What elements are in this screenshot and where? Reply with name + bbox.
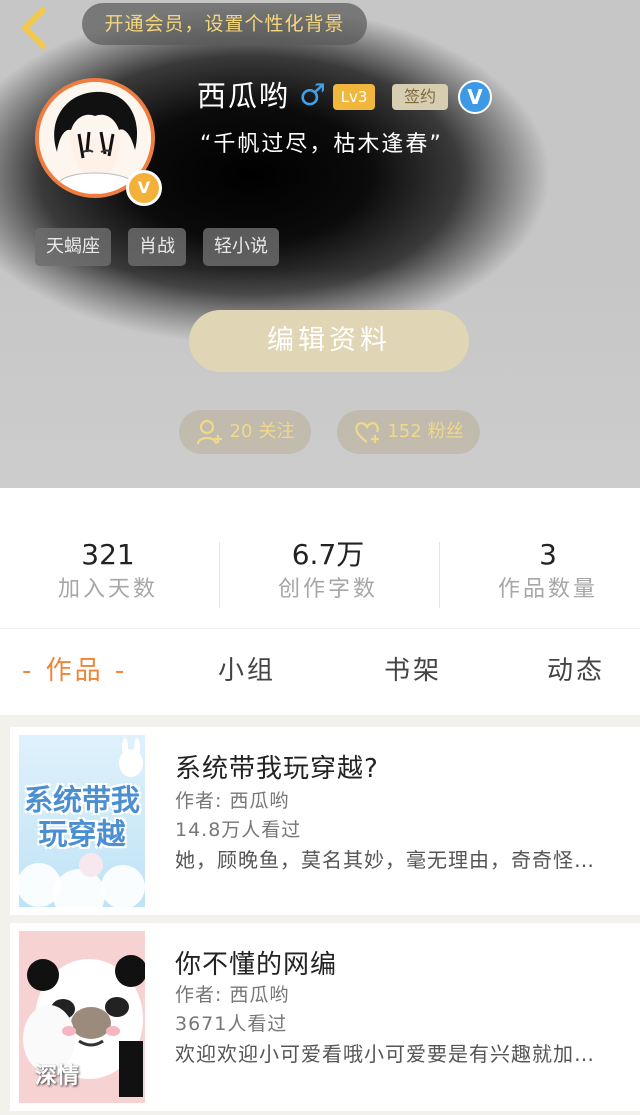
edit-profile-button[interactable]: 编辑资料 (189, 310, 469, 372)
work-card[interactable]: 深情 你不懂的网编 作者: 西瓜哟 3671人看过 欢迎欢迎小可爱看哦小可爱要是… (10, 923, 640, 1111)
stat-value: 3 (539, 538, 557, 571)
username: 西瓜哟 (197, 79, 291, 113)
stat-works-count: 3 作品数量 (448, 538, 640, 608)
fans-count: 152 (387, 421, 422, 442)
tab-bookshelf[interactable]: 书架 (384, 651, 442, 691)
work-views: 3671人看过 (175, 1013, 288, 1035)
add-user-icon (196, 419, 222, 445)
stat-label: 加入天数 (57, 577, 158, 602)
profile-header: 开通会员，设置个性化背景 V 西瓜哟 ♂ Lv3 签约 V “千帆过尽，枯木逢春… (0, 0, 640, 488)
work-description: 她，顾晚鱼，莫名其妙，毫无理由，奇奇怪… (175, 848, 595, 872)
tab-activity[interactable]: 动态 (547, 651, 605, 691)
male-gender-icon: ♂ (299, 78, 326, 113)
profile-tags: 天蝎座 肖战 轻小说 (35, 228, 279, 266)
work-author: 作者: 西瓜哟 (175, 790, 290, 812)
stat-word-count: 6.7万 创作字数 (228, 538, 428, 608)
following-count: 20 (229, 421, 253, 442)
book-cover-caption: 深情 (35, 1064, 80, 1089)
vip-background-banner[interactable]: 开通会员，设置个性化背景 (82, 3, 367, 45)
work-views: 14.8万人看过 (175, 819, 302, 841)
stats-divider (219, 542, 220, 608)
book-cover-image[interactable]: 深情 (19, 931, 145, 1103)
stat-label: 作品数量 (497, 577, 598, 602)
book-cover-title: 系统带我玩穿越 (23, 783, 140, 851)
book-cover-image[interactable]: 系统带我玩穿越 (19, 735, 145, 907)
user-signature: “千帆过尽，枯木逢春” (200, 132, 443, 157)
following-label: 关注 (258, 421, 295, 442)
tag-idol[interactable]: 肖战 (128, 228, 186, 266)
work-author: 作者: 西瓜哟 (175, 984, 290, 1006)
verified-icon[interactable]: V (458, 80, 492, 114)
fans-button[interactable]: 152 粉丝 (337, 410, 480, 454)
stat-value: 321 (81, 538, 135, 571)
work-title[interactable]: 你不懂的网编 (175, 947, 337, 983)
stats-panel: 321 加入天数 6.7万 创作字数 3 作品数量 (0, 488, 640, 628)
tag-genre[interactable]: 轻小说 (203, 228, 279, 266)
signed-author-badge[interactable]: 签约 (392, 84, 448, 110)
content-tabs: - 作品 - 小组 书架 动态 (0, 628, 640, 715)
tag-zodiac[interactable]: 天蝎座 (35, 228, 111, 266)
avatar-verified-badge: V (126, 170, 162, 206)
stat-joined-days: 321 加入天数 (8, 538, 208, 608)
stat-label: 创作字数 (277, 577, 378, 602)
work-description: 欢迎欢迎小可爱看哦小可爱要是有兴趣就加… (175, 1042, 595, 1066)
stat-value: 6.7万 (291, 538, 365, 571)
tab-works[interactable]: - 作品 - (22, 651, 127, 691)
tab-groups[interactable]: 小组 (218, 651, 276, 691)
stats-divider (439, 542, 440, 608)
fans-label: 粉丝 (427, 421, 464, 442)
back-arrow-icon[interactable] (16, 6, 56, 50)
work-card[interactable]: 系统带我玩穿越 系统带我玩穿越? 作者: 西瓜哟 14.8万人看过 她，顾晚鱼，… (10, 727, 640, 915)
level-badge[interactable]: Lv3 (333, 84, 375, 110)
following-button[interactable]: 20 关注 (179, 410, 311, 454)
heart-plus-icon (355, 422, 380, 443)
work-title[interactable]: 系统带我玩穿越? (175, 751, 379, 787)
